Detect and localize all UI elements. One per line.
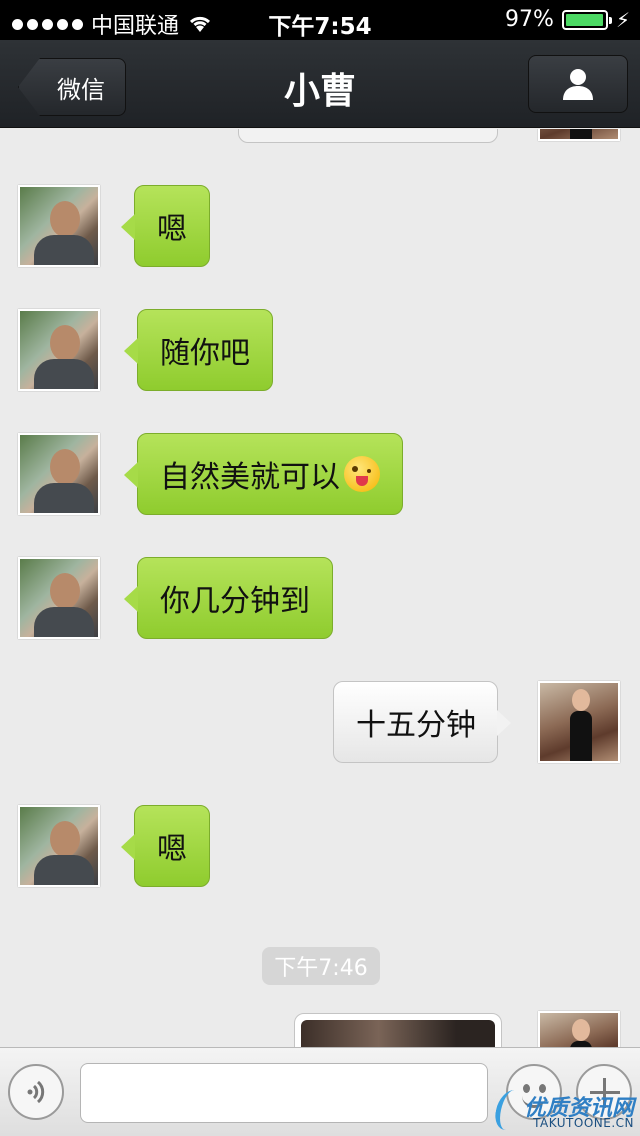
- message-text: 嗯: [157, 212, 187, 247]
- own-avatar[interactable]: [538, 681, 620, 763]
- voice-wave-icon: [27, 1080, 45, 1104]
- message-text-field[interactable]: [80, 1063, 488, 1123]
- voice-input-button[interactable]: [8, 1064, 64, 1120]
- contact-avatar[interactable]: [18, 557, 100, 639]
- image-thumbnail: [301, 1020, 495, 1047]
- incoming-message-bubble[interactable]: 嗯: [121, 805, 210, 887]
- outgoing-image-message[interactable]: [294, 1013, 502, 1047]
- contact-avatar[interactable]: [18, 433, 100, 515]
- contact-avatar[interactable]: [18, 309, 100, 391]
- message-text: 你几分钟到: [160, 584, 310, 619]
- incoming-message-bubble[interactable]: 自然美就可以: [124, 433, 403, 515]
- contact-avatar[interactable]: [18, 805, 100, 887]
- message-timestamp: 下午7:46: [262, 947, 380, 985]
- message-text: 嗯: [157, 832, 187, 867]
- incoming-message-bubble[interactable]: 你几分钟到: [124, 557, 333, 639]
- message-text: 十五分钟: [356, 708, 476, 743]
- contact-info-button[interactable]: [528, 55, 628, 113]
- incoming-message-bubble[interactable]: 随你吧: [124, 309, 273, 391]
- message-text: 随你吧: [160, 336, 250, 371]
- previous-message-bubble[interactable]: [238, 129, 498, 143]
- message-text: 自然美就可以: [160, 460, 340, 495]
- winking-tongue-emoji-icon: [344, 456, 380, 492]
- status-bar: 中国联通 下午7:54 97% ⚡: [0, 0, 640, 40]
- battery-percentage: 97%: [505, 7, 554, 32]
- navigation-bar: 微信 小曹: [0, 40, 640, 128]
- watermark-subtext: TAKUTOONE.CN: [533, 1116, 634, 1130]
- incoming-message-bubble[interactable]: 嗯: [121, 185, 210, 267]
- own-avatar[interactable]: [538, 1011, 620, 1047]
- charging-bolt-icon: ⚡: [615, 7, 630, 32]
- chat-message-list[interactable]: 嗯 随你吧 自然美就可以 你几分钟到 十五分钟 嗯 下午7:46: [0, 129, 640, 1047]
- contact-avatar[interactable]: [18, 185, 100, 267]
- own-avatar[interactable]: [538, 129, 620, 141]
- person-icon: [563, 69, 593, 100]
- battery-group: 97% ⚡: [505, 7, 630, 32]
- watermark-logo: 优质资讯网 TAKUTOONE.CN: [491, 1088, 640, 1136]
- outgoing-message-bubble[interactable]: 十五分钟: [333, 681, 511, 763]
- battery-icon: [561, 9, 612, 30]
